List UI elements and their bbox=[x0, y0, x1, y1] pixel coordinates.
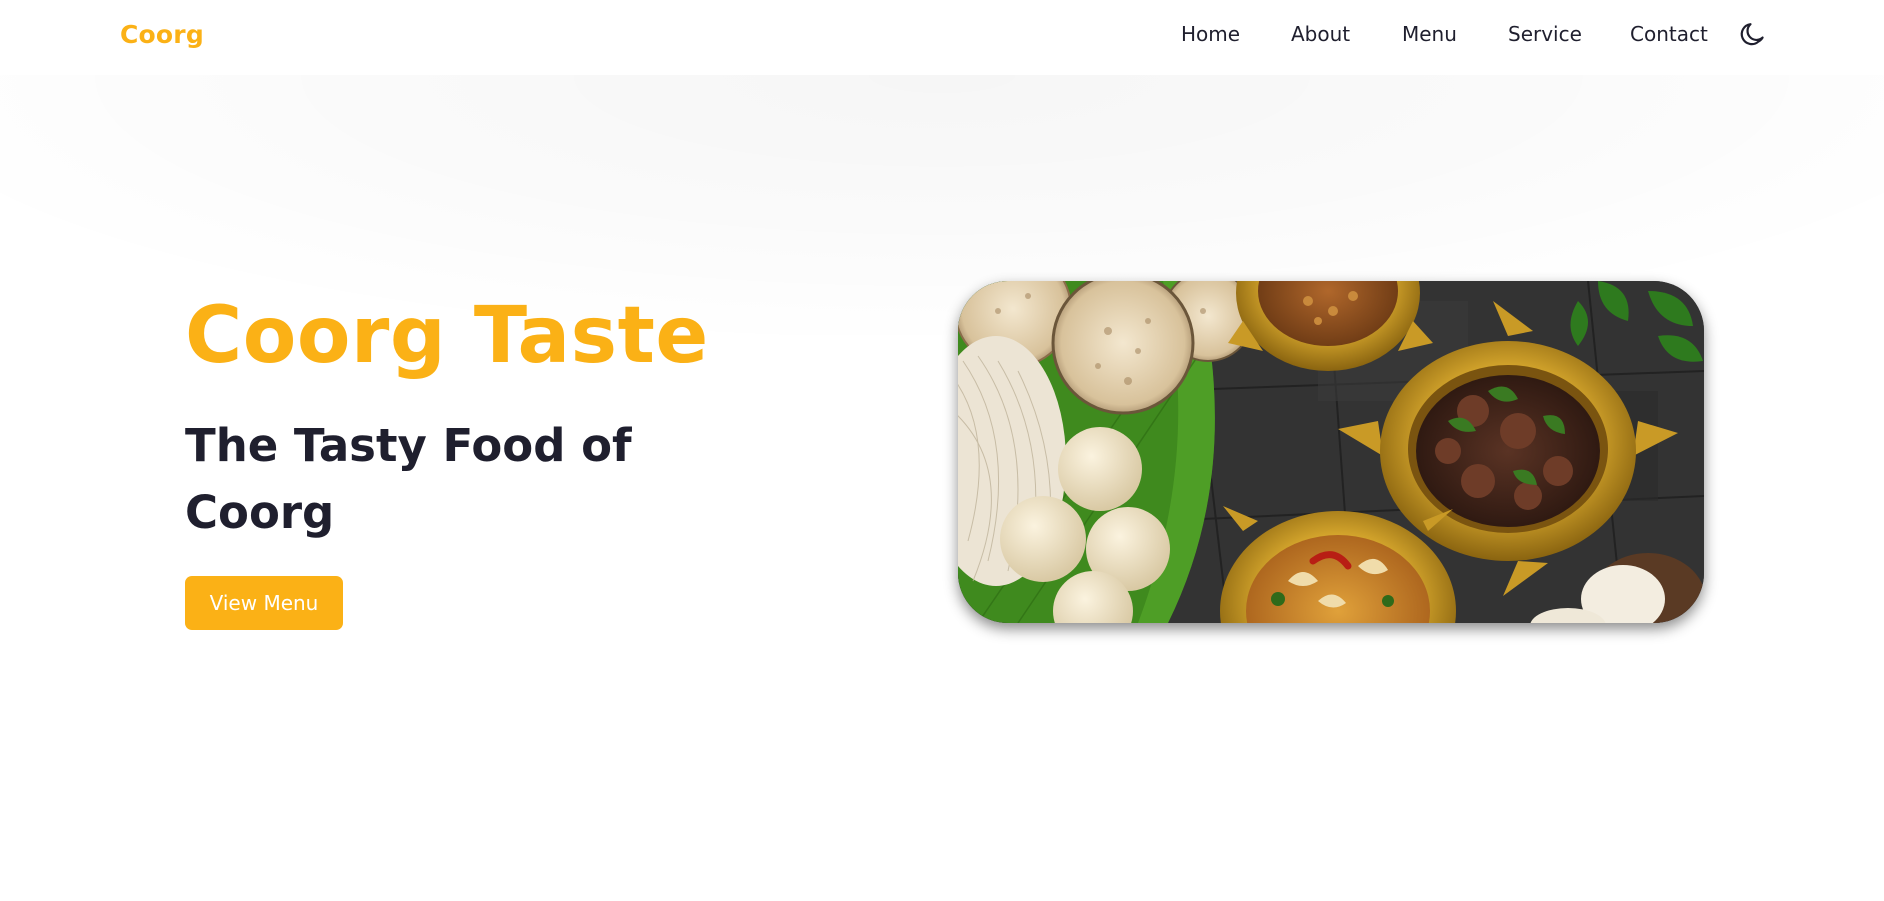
page: Coorg Home About Menu Service Contact Co… bbox=[0, 0, 1884, 901]
hero-title: Coorg Taste bbox=[185, 291, 709, 381]
nav-menu[interactable]: Menu bbox=[1402, 22, 1457, 46]
site-logo[interactable]: Coorg bbox=[120, 20, 204, 49]
hero-text: Coorg Taste The Tasty Food of Coorg bbox=[185, 290, 785, 546]
site-header: Coorg Home About Menu Service Contact bbox=[0, 0, 1884, 75]
nav-home[interactable]: Home bbox=[1181, 22, 1240, 46]
nav-service[interactable]: Service bbox=[1508, 22, 1582, 46]
nav-contact[interactable]: Contact bbox=[1630, 22, 1708, 46]
hero-subtitle: The Tasty Food of Coorg bbox=[185, 418, 632, 539]
food-illustration bbox=[958, 281, 1704, 623]
moon-icon bbox=[1740, 23, 1764, 46]
hero-food-image bbox=[958, 281, 1704, 623]
theme-toggle-button[interactable] bbox=[1738, 20, 1768, 50]
nav-about[interactable]: About bbox=[1291, 22, 1350, 46]
view-menu-button[interactable]: View Menu bbox=[185, 576, 343, 630]
